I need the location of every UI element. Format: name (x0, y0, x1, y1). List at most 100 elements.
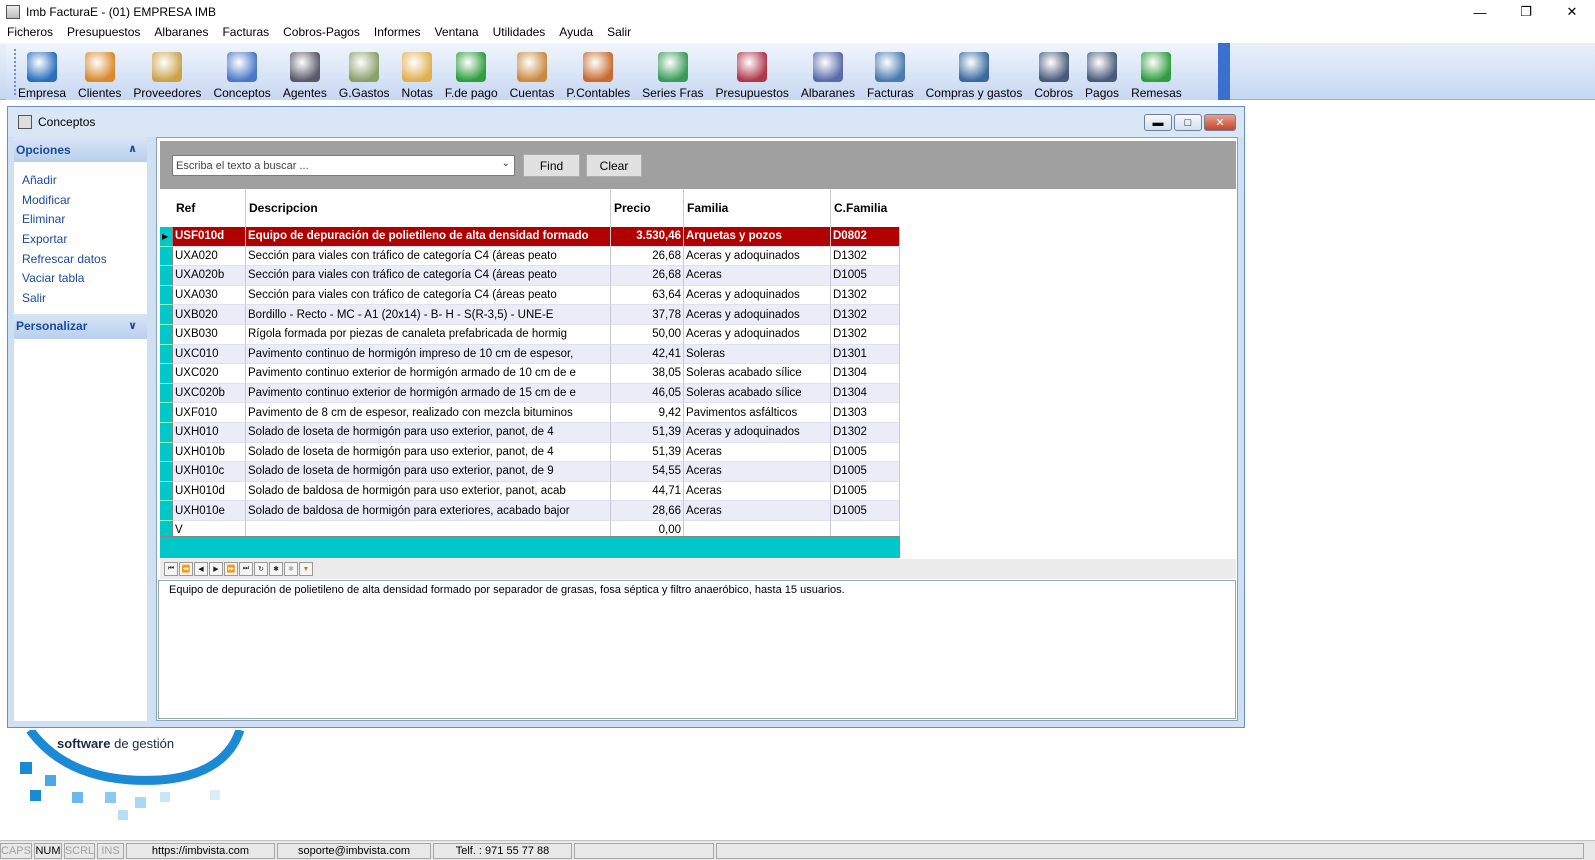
toolbar-button-clientes[interactable]: Clientes (72, 48, 127, 100)
cell-ref[interactable]: UXA030 (173, 285, 246, 306)
collapse-chevron-icon[interactable]: ∧ (128, 142, 137, 155)
cell-c-familia[interactable]: D1304 (831, 383, 900, 404)
cell-descripcion[interactable]: Pavimento continuo exterior de hormigón … (246, 383, 611, 404)
toolbar-button-notas[interactable]: Notas (396, 48, 439, 100)
cell-familia[interactable]: Arquetas y pozos (684, 227, 831, 247)
cell-c-familia[interactable]: D1303 (831, 403, 900, 423)
table-row[interactable]: UXH010d Solado de baldosa de hormigón par… (160, 481, 900, 502)
cell-familia[interactable]: Soleras acabado sílice (684, 383, 831, 404)
cell-c-familia[interactable]: D1302 (831, 305, 900, 325)
cell-descripcion[interactable]: Solado de loseta de hormigón para uso ex… (246, 462, 611, 482)
cell-descripcion[interactable]: Sección para viales con tráfico de categ… (246, 285, 611, 306)
toolbar-button-f-de-pago[interactable]: F.de pago (439, 48, 504, 100)
toolbar-button-proveedores[interactable]: Proveedores (127, 48, 207, 100)
cell-descripcion[interactable]: Pavimento de 8 cm de espesor, realizado … (246, 403, 611, 423)
table-row[interactable]: UXF010 Pavimento de 8 cm de espesor, real… (160, 403, 900, 423)
row-indicator[interactable] (160, 403, 173, 423)
table-row[interactable]: UXC020 Pavimento continuo exterior de hor… (160, 364, 900, 384)
cell-precio[interactable]: 37,78 (611, 305, 684, 325)
row-indicator[interactable] (160, 383, 173, 404)
row-indicator[interactable] (160, 462, 173, 482)
support-email[interactable]: soporte@imbvista.com (277, 842, 431, 859)
toolbar-grip[interactable] (14, 49, 17, 95)
option-modificar[interactable]: Modificar (22, 190, 147, 210)
cell-precio[interactable]: 63,64 (611, 285, 684, 306)
table-row[interactable]: UXA020b Sección para viales con tráfico d… (160, 266, 900, 286)
child-minimize-button[interactable]: ▬ (1144, 114, 1172, 131)
cell-familia[interactable]: Aceras y adoquinados (684, 285, 831, 306)
cell-ref[interactable]: UXA020b (173, 266, 246, 286)
toolbar-button-pagos[interactable]: Pagos (1079, 48, 1125, 100)
cell-descripcion[interactable]: Solado de baldosa de hormigón para exter… (246, 501, 611, 521)
table-row[interactable]: UXH010c Solado de loseta de hormigón para… (160, 462, 900, 482)
restore-button[interactable]: ❐ (1503, 0, 1549, 24)
current-row-indicator-icon[interactable]: ▶ (160, 227, 173, 247)
table-row[interactable]: UXH010 Solado de loseta de hormigón para … (160, 422, 900, 443)
toolbar-button-presupuestos[interactable]: Presupuestos (710, 48, 795, 100)
cell-descripcion[interactable]: Equipo de depuración de polietileno de a… (246, 227, 611, 247)
clear-button[interactable]: Clear (586, 154, 642, 177)
menu-ventana[interactable]: Ventana (428, 25, 486, 39)
close-button[interactable]: ✕ (1549, 0, 1595, 24)
toolbar-button-compras-y-gastos[interactable]: Compras y gastos (920, 48, 1029, 100)
table-row[interactable]: UXH010e Solado de baldosa de hormigón par… (160, 501, 900, 521)
cell-c-familia[interactable]: D1302 (831, 246, 900, 267)
cell-descripcion[interactable]: Rígola formada por piezas de canaleta pr… (246, 324, 611, 345)
cell-precio[interactable]: 46,05 (611, 383, 684, 404)
row-indicator[interactable] (160, 422, 173, 443)
cell-descripcion[interactable]: Solado de loseta de hormigón para uso ex… (246, 422, 611, 443)
cell-c-familia[interactable]: D1302 (831, 285, 900, 306)
toolbar-button-albaranes[interactable]: Albaranes (795, 48, 861, 100)
cell-c-familia[interactable]: D0802 (831, 227, 900, 247)
menu-salir[interactable]: Salir (600, 25, 638, 39)
row-indicator[interactable] (160, 501, 173, 521)
menu-cobros-pagos[interactable]: Cobros-Pagos (276, 25, 367, 39)
row-indicator[interactable] (160, 442, 173, 463)
insert-record-icon[interactable]: ✱ (269, 562, 283, 576)
row-indicator[interactable] (160, 246, 173, 267)
cell-c-familia[interactable]: D1302 (831, 324, 900, 345)
child-close-button[interactable]: ✕ (1204, 114, 1236, 131)
child-restore-button[interactable]: □ (1174, 114, 1202, 131)
cell-c-familia[interactable]: D1005 (831, 501, 900, 521)
cell-descripcion[interactable]: Sección para viales con tráfico de categ… (246, 246, 611, 267)
search-input[interactable]: Escriba el texto a buscar ... ⌄ (172, 155, 515, 176)
option-salir[interactable]: Salir (22, 288, 147, 308)
toolbar-button-cobros[interactable]: Cobros (1028, 48, 1079, 100)
cell-familia[interactable]: Soleras (684, 344, 831, 365)
cell-familia[interactable]: Aceras (684, 501, 831, 521)
column-familia[interactable]: Familia (684, 189, 831, 227)
toolbar-button-remesas[interactable]: Remesas (1125, 48, 1188, 100)
column-c-familia[interactable]: C.Familia (831, 189, 900, 227)
cell-ref[interactable]: UXH010c (173, 462, 246, 482)
option-eliminar[interactable]: Eliminar (22, 209, 147, 229)
description-memo[interactable]: Equipo de depuración de polietileno de a… (158, 580, 1236, 719)
table-row[interactable]: ▶ USF010d Equipo de depuración de polietil… (160, 227, 900, 247)
option-exportar[interactable]: Exportar (22, 229, 147, 249)
table-row[interactable]: UXA020 Sección para viales con tráfico de… (160, 246, 900, 267)
cell-precio[interactable]: 3.530,46 (611, 227, 684, 247)
cell-familia[interactable]: Aceras (684, 481, 831, 502)
row-indicator[interactable] (160, 266, 173, 286)
first-record-icon[interactable]: ⏮ (164, 562, 178, 576)
minimize-button[interactable]: — (1457, 0, 1503, 24)
expand-chevron-icon[interactable]: ∨ (128, 319, 137, 332)
find-button[interactable]: Find (523, 154, 580, 177)
cell-precio[interactable]: 51,39 (611, 422, 684, 443)
toolbar-button-facturas[interactable]: Facturas (861, 48, 920, 100)
toolbar-overflow-button[interactable] (1218, 43, 1230, 100)
row-indicator[interactable] (160, 324, 173, 345)
menu-facturas[interactable]: Facturas (215, 25, 276, 39)
filter-icon[interactable]: ▼ (299, 562, 313, 576)
option-anadir[interactable]: Añadir (22, 170, 147, 190)
toolbar-button-series-fras[interactable]: Series Fras (636, 48, 709, 100)
toolbar-button-g-gastos[interactable]: G.Gastos (333, 48, 396, 100)
cell-familia[interactable]: Aceras y adoquinados (684, 422, 831, 443)
cell-ref[interactable]: UXB030 (173, 324, 246, 345)
cell-familia[interactable]: Pavimentos asfálticos (684, 403, 831, 423)
menu-presupuestos[interactable]: Presupuestos (60, 25, 147, 39)
cell-c-familia[interactable]: D1304 (831, 364, 900, 384)
row-indicator[interactable] (160, 344, 173, 365)
personalizar-header[interactable]: Personalizar ∨ (14, 313, 147, 339)
menu-informes[interactable]: Informes (367, 25, 428, 39)
